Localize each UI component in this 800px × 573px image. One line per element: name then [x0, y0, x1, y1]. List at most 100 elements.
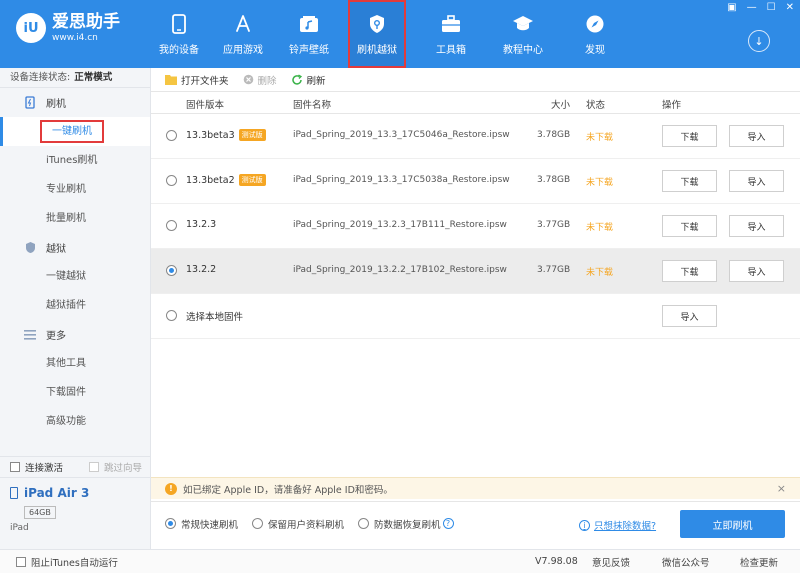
toolbox-icon [440, 13, 462, 35]
firmware-radio[interactable] [166, 175, 177, 186]
flash-options-bar: 常规快速刷机 保留用户资料刷机 防数据恢复刷机? i 只想抹除数据? 立即刷机 [151, 501, 800, 545]
firmware-radio[interactable] [166, 265, 177, 276]
nav-my-device[interactable]: 我的设备 [150, 0, 208, 68]
main-nav: 我的设备 应用游戏 铃声壁纸 刷机越狱 工具箱 教程中心 发现 [150, 0, 624, 68]
table-row[interactable]: 13.2.3 iPad_Spring_2019_13.2.3_17B111_Re… [151, 204, 800, 249]
table-row[interactable]: 13.3beta2 测试版 iPad_Spring_2019_13.3_17C50… [151, 159, 800, 204]
nav-apps-games[interactable]: 应用游戏 [214, 0, 272, 68]
feedback-link[interactable]: 意见反馈 [592, 555, 630, 569]
music-wallpaper-icon [298, 13, 320, 35]
table-header: 固件版本 固件名称 大小 状态 操作 [151, 92, 800, 114]
top-bar: iU 爱思助手 www.i4.cn 我的设备 应用游戏 铃声壁纸 刷机越狱 工具… [0, 0, 800, 68]
download-manager-icon[interactable]: ↓ [748, 30, 770, 52]
app-version: V7.98.08 [535, 556, 578, 567]
minimize-icon[interactable]: — [747, 2, 757, 13]
info-icon: i [579, 519, 590, 531]
wechat-link[interactable]: 微信公众号 [662, 555, 710, 569]
firmware-panel: 打开文件夹 删除 刷新 固件版本 固件名称 大小 状态 操作 13.3beta3… [151, 68, 800, 545]
sidebar-item-batch-flash[interactable]: 批量刷机 [0, 204, 150, 233]
block-itunes-checkbox[interactable]: 阻止iTunes自动运行 [16, 555, 118, 569]
nav-toolbox[interactable]: 工具箱 [422, 0, 480, 68]
firmware-version: 13.3beta3 [186, 129, 235, 141]
app-url: www.i4.cn [52, 33, 98, 43]
window-controls: ▣ — ☐ ✕ [727, 2, 794, 13]
open-folder-button[interactable]: 打开文件夹 [165, 73, 229, 87]
graduation-cap-icon [512, 13, 534, 35]
firmware-name: iPad_Spring_2019_13.2.2_17B102_Restore.i… [293, 265, 507, 275]
nav-flash-jailbreak[interactable]: 刷机越狱 [348, 0, 406, 68]
jailbreak-icon [24, 241, 36, 254]
sidebar-item-pro-flash[interactable]: 专业刷机 [0, 175, 150, 204]
col-version: 固件版本 [186, 100, 225, 111]
import-button[interactable]: 导入 [729, 170, 784, 192]
col-action: 操作 [662, 100, 682, 111]
connect-activate-checkbox[interactable]: 连接激活 [10, 460, 63, 474]
close-notice-icon[interactable]: × [777, 482, 786, 495]
option-anti-recovery-flash[interactable]: 防数据恢复刷机? [358, 517, 454, 531]
apple-id-notice: ! 如已绑定 Apple ID，请准备好 Apple ID和密码。 × [151, 477, 800, 499]
firmware-status: 未下载 [586, 178, 614, 188]
firmware-status: 未下载 [586, 223, 614, 233]
settings-icon[interactable]: ▣ [727, 2, 736, 13]
nav-discover[interactable]: 发现 [566, 0, 624, 68]
connection-status: 设备连接状态: 正常模式 [0, 68, 150, 88]
firmware-version: 13.3beta2 [186, 174, 235, 186]
nav-tutorials[interactable]: 教程中心 [494, 0, 552, 68]
shield-key-icon [366, 13, 388, 35]
app-logo: iU 爱思助手 www.i4.cn [16, 12, 120, 44]
firmware-radio[interactable] [166, 220, 177, 231]
import-local-button[interactable]: 导入 [662, 305, 717, 327]
status-value: 正常模式 [74, 72, 113, 83]
sidebar-group-flash[interactable]: 刷机 [0, 88, 150, 117]
sidebar-item-one-click-flash[interactable]: 一键刷机 [0, 117, 150, 146]
flash-now-button[interactable]: 立即刷机 [680, 510, 785, 538]
download-button[interactable]: 下载 [662, 125, 717, 147]
firmware-version: 13.2.2 [186, 264, 217, 275]
maximize-icon[interactable]: ☐ [767, 2, 776, 13]
activation-options: 连接激活 跳过向导 [0, 456, 150, 478]
local-firmware-row[interactable]: 选择本地固件 导入 [151, 294, 800, 339]
sidebar-item-other-tools[interactable]: 其他工具 [0, 349, 150, 378]
sidebar-item-jailbreak-plugins[interactable]: 越狱插件 [0, 291, 150, 320]
table-row-selected[interactable]: 13.2.2 iPad_Spring_2019_13.2.2_17B102_Re… [151, 249, 800, 294]
sidebar-group-jailbreak[interactable]: 越狱 [0, 233, 150, 262]
local-firmware-radio[interactable] [166, 310, 177, 321]
compass-icon [584, 13, 606, 35]
flash-icon [24, 96, 36, 109]
firmware-radio[interactable] [166, 130, 177, 141]
check-update-link[interactable]: 检查更新 [740, 555, 778, 569]
download-button[interactable]: 下载 [662, 170, 717, 192]
skip-wizard-checkbox[interactable]: 跳过向导 [89, 460, 142, 474]
device-name: iPad Air 3 [24, 486, 90, 500]
firmware-name: iPad_Spring_2019_13.3_17C5046a_Restore.i… [293, 130, 510, 140]
delete-button[interactable]: 删除 [243, 73, 277, 87]
download-button[interactable]: 下载 [662, 260, 717, 282]
firmware-status: 未下载 [586, 133, 614, 143]
option-normal-flash[interactable]: 常规快速刷机 [165, 517, 238, 531]
option-keep-data-flash[interactable]: 保留用户资料刷机 [252, 517, 344, 531]
nav-ringtones-wallpapers[interactable]: 铃声壁纸 [280, 0, 338, 68]
firmware-status: 未下载 [586, 268, 614, 278]
col-status: 状态 [586, 100, 606, 111]
table-row[interactable]: 13.3beta3 测试版 iPad_Spring_2019_13.3_17C50… [151, 114, 800, 159]
ipad-icon [10, 487, 18, 499]
erase-data-link[interactable]: i 只想抹除数据? [579, 518, 656, 532]
logo-icon: iU [16, 13, 46, 43]
app-store-icon [232, 13, 254, 35]
phone-icon [168, 13, 190, 35]
refresh-button[interactable]: 刷新 [291, 73, 326, 87]
notice-text: 如已绑定 Apple ID，请准备好 Apple ID和密码。 [183, 484, 393, 496]
import-button[interactable]: 导入 [729, 125, 784, 147]
folder-icon [165, 74, 177, 85]
import-button[interactable]: 导入 [729, 215, 784, 237]
sidebar-item-download-firmware[interactable]: 下载固件 [0, 378, 150, 407]
download-button[interactable]: 下载 [662, 215, 717, 237]
import-button[interactable]: 导入 [729, 260, 784, 282]
sidebar-group-more[interactable]: 更多 [0, 320, 150, 349]
help-icon[interactable]: ? [442, 518, 454, 529]
sidebar-item-advanced[interactable]: 高级功能 [0, 407, 150, 436]
close-icon[interactable]: ✕ [786, 2, 794, 13]
col-size: 大小 [551, 100, 571, 111]
sidebar-item-itunes-flash[interactable]: iTunes刷机 [0, 146, 150, 175]
sidebar-item-one-click-jailbreak[interactable]: 一键越狱 [0, 262, 150, 291]
